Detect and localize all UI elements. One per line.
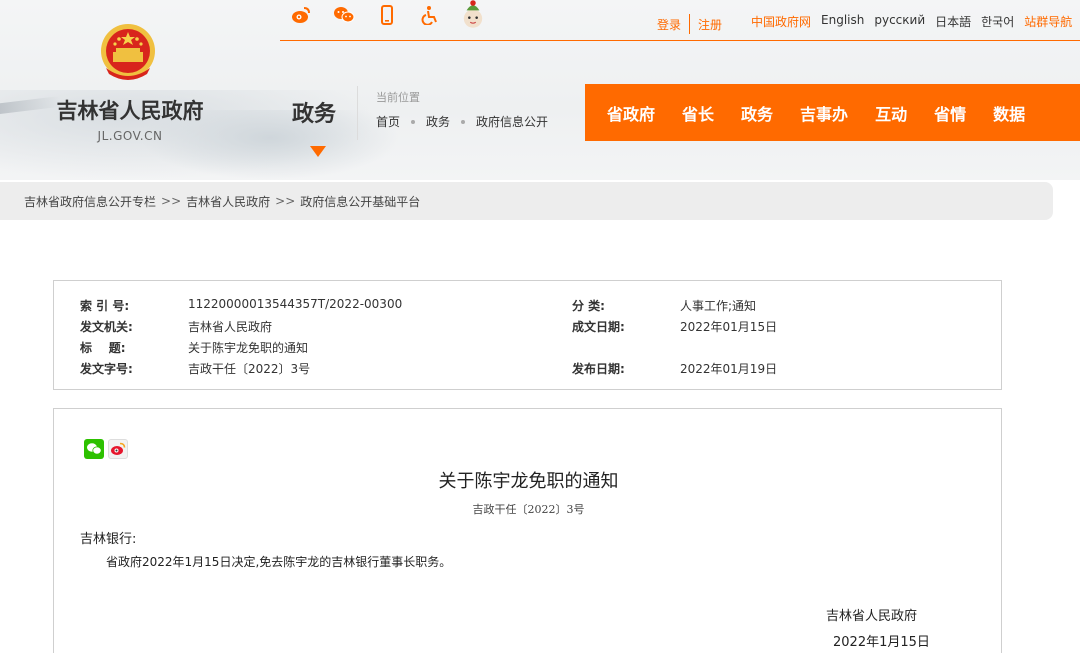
meta-index-value: 11220000013544357T/2022-00300	[188, 297, 403, 311]
crumb-home[interactable]: 首页	[376, 113, 400, 130]
meta-row-docno: 发文字号: 吉政干任〔2022〕3号	[80, 360, 310, 377]
meta-published-value: 2022年01月19日	[680, 362, 778, 376]
english-link[interactable]: English	[821, 13, 864, 30]
meta-issuer-label: 发文机关:	[80, 320, 133, 334]
meta-row-issuer: 发文机关: 吉林省人民政府	[80, 318, 272, 335]
register-link[interactable]: 注册	[698, 16, 722, 33]
wechat-share-icon[interactable]	[84, 439, 104, 459]
document-signature-date: 2022年1月15日	[833, 635, 930, 650]
accessibility-icon[interactable]	[419, 4, 441, 26]
location-breadcrumb: 首页 政务 政府信息公开	[376, 113, 548, 130]
nav-item-zhengwu[interactable]: 政务	[741, 101, 773, 125]
top-icon-group	[290, 0, 505, 28]
auth-links: 登录 注册	[657, 14, 722, 34]
crumb-separator	[461, 119, 466, 124]
top-strip-line	[280, 40, 1080, 41]
meta-written-label: 成文日期:	[572, 320, 625, 334]
crumb-separator	[411, 119, 416, 124]
document-number: 吉政干任〔2022〕3号	[472, 503, 585, 516]
nav-item-interact[interactable]: 互动	[875, 101, 907, 125]
meta-published-label: 发布日期:	[572, 362, 625, 376]
document-signature-org: 吉林省人民政府	[826, 609, 918, 624]
document-meta-box: 索 引 号: 11220000013544357T/2022-00300 分 类…	[53, 280, 1002, 390]
breadcrumb-item-gov[interactable]: 吉林省人民政府	[186, 193, 270, 210]
meta-written-value: 2022年01月15日	[680, 320, 778, 334]
meta-row-title: 标 题: 关于陈宇龙免职的通知	[80, 339, 308, 356]
header-divider	[357, 86, 358, 140]
location-label: 当前位置	[376, 91, 420, 104]
login-link[interactable]: 登录	[657, 16, 681, 33]
wechat-icon[interactable]	[333, 4, 355, 26]
main-nav: 省政府 省长 政务 吉事办 互动 省情 数据	[585, 84, 1080, 141]
nav-item-jishiban[interactable]: 吉事办	[800, 101, 848, 125]
national-emblem-icon[interactable]	[98, 22, 158, 84]
section-caret-icon	[310, 146, 326, 157]
document-title: 关于陈宇龙免职的通知	[438, 471, 619, 492]
mascot-icon[interactable]	[462, 0, 484, 28]
document-content: 关于陈宇龙免职的通知 吉政干任〔2022〕3号 吉林银行: 省政府2022年1月…	[53, 408, 1002, 653]
breadcrumb-separator: >>	[161, 194, 182, 208]
china-gov-link[interactable]: 中国政府网	[751, 13, 811, 30]
meta-docno-label: 发文字号:	[80, 362, 133, 376]
site-name[interactable]: 吉林省人民政府	[50, 95, 210, 125]
language-links: 中国政府网 English русский 日本語 한국어 站群导航	[751, 13, 1072, 30]
weibo-share-icon[interactable]	[108, 439, 128, 459]
crumb-zhengwu[interactable]: 政务	[426, 113, 450, 130]
section-title: 政务	[292, 102, 337, 127]
korean-link[interactable]: 한국어	[981, 13, 1014, 30]
nav-item-province-info[interactable]: 省情	[934, 101, 966, 125]
meta-category-label: 分 类:	[572, 299, 605, 313]
meta-row-written-date: 成文日期: 2022年01月15日	[572, 318, 777, 335]
weibo-icon[interactable]	[290, 4, 312, 26]
meta-row-index: 索 引 号: 11220000013544357T/2022-00300	[80, 297, 402, 314]
meta-row-published-date: 发布日期: 2022年01月19日	[572, 360, 777, 377]
breadcrumb-item-platform[interactable]: 政府信息公开基础平台	[300, 193, 420, 210]
meta-category-value: 人事工作;通知	[680, 299, 757, 313]
japanese-link[interactable]: 日本語	[935, 13, 971, 30]
document-addressee: 吉林银行:	[80, 532, 137, 547]
breadcrumb: 吉林省政府信息公开专栏 >> 吉林省人民政府 >> 政府信息公开基础平台	[0, 182, 1053, 220]
mobile-icon[interactable]	[376, 4, 398, 26]
russian-link[interactable]: русский	[874, 13, 925, 30]
nav-item-data[interactable]: 数据	[993, 101, 1025, 125]
site-domain: JL.GOV.CN	[97, 129, 163, 143]
share-buttons	[84, 439, 128, 459]
breadcrumb-separator: >>	[275, 194, 296, 208]
site-nav-link[interactable]: 站群导航	[1024, 13, 1072, 30]
breadcrumb-item-info-column[interactable]: 吉林省政府信息公开专栏	[24, 193, 156, 210]
nav-item-governor[interactable]: 省长	[682, 101, 714, 125]
meta-docno-value: 吉政干任〔2022〕3号	[188, 362, 311, 376]
nav-item-provincial-gov[interactable]: 省政府	[607, 101, 655, 125]
auth-separator	[689, 14, 691, 34]
document-body: 省政府2022年1月15日决定,免去陈宇龙的吉林银行董事长职务。	[106, 555, 452, 569]
meta-title-value: 关于陈宇龙免职的通知	[188, 341, 309, 355]
meta-index-label: 索 引 号:	[80, 299, 130, 313]
crumb-gov-info[interactable]: 政府信息公开	[476, 113, 548, 130]
meta-issuer-value: 吉林省人民政府	[188, 320, 273, 334]
meta-row-category: 分 类: 人事工作;通知	[572, 297, 756, 314]
meta-title-label: 标 题:	[80, 341, 126, 355]
